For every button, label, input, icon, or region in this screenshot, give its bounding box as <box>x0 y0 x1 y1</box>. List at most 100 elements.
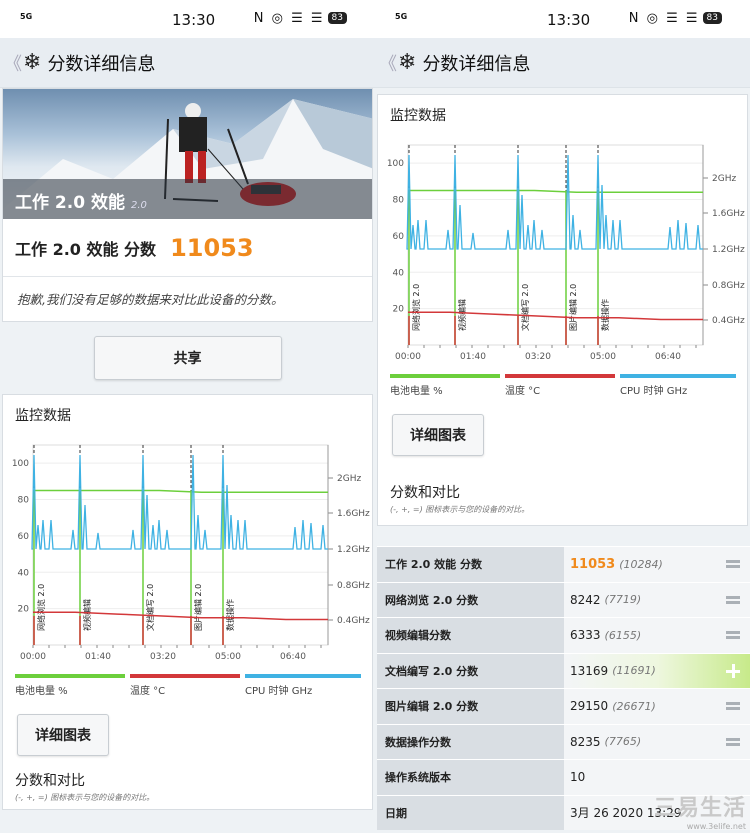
hero-image: 工作 2.0 效能 2.0 <box>3 89 372 219</box>
compare-table: 工作 2.0 效能 分数 11053 (10284) 网络浏览 2.0 分数 8242(… <box>377 546 750 830</box>
equal-icon[interactable] <box>726 559 740 569</box>
equal-icon[interactable] <box>726 630 740 640</box>
y2-tick-label: 1.6GHz <box>337 509 370 519</box>
plus-icon[interactable] <box>726 663 740 678</box>
legend-cpu-label-right: CPU 时钟 GHz <box>620 386 688 397</box>
y2-tick-label: 1.2GHz <box>337 545 370 555</box>
y-tick-label: 40 <box>393 268 405 278</box>
compare-row-value: 13169 <box>570 663 609 678</box>
compare-row: 数据操作分数 8235 (7765) <box>377 723 750 759</box>
compare-row-reference: (7719) <box>604 593 642 607</box>
y-tick-label: 80 <box>393 196 405 206</box>
compare-row-value-cell: 8235 (7765) <box>564 724 750 759</box>
monitor-title-right: 监控数据 <box>390 108 446 124</box>
plot-area <box>407 144 704 346</box>
compare-row: 图片编辑 2.0 分数 29150 (26671) <box>377 688 750 724</box>
legend-temp-right: 温度 °C <box>505 374 615 397</box>
title-bar-right: 《 ❄ 分数详细信息 <box>375 38 750 88</box>
compare-row-value-cell: 13169 (11691) <box>564 653 750 688</box>
compare-row-label: 数据操作分数 <box>377 724 564 759</box>
y-tick-label: 100 <box>387 159 404 169</box>
chart-legend: 电池电量 % 温度 °C CPU 时钟 GHz <box>3 674 372 702</box>
hero-version: 2.0 <box>130 200 147 211</box>
y-tick-label: 40 <box>18 568 30 578</box>
share-area: 共享 <box>0 322 375 394</box>
status-time-right: 13:30 <box>547 11 591 29</box>
chart-legend-right: 电池电量 % 温度 °C CPU 时钟 GHz <box>378 374 747 402</box>
detail-chart-button-right[interactable]: 详细图表 <box>392 414 484 456</box>
compare-row: 网络浏览 2.0 分数 8242 (7719) <box>377 581 750 617</box>
compare-row-value: 29150 <box>570 699 609 714</box>
compare-row-label: 网络浏览 2.0 分数 <box>377 582 564 617</box>
y-tick-label: 60 <box>18 532 30 542</box>
snowflake-icon: ❄ <box>23 50 42 75</box>
page-title-right: 分数详细信息 <box>422 53 531 75</box>
x-tick-label: 05:00 <box>215 652 241 662</box>
legend-battery-label: 电池电量 % <box>15 686 68 697</box>
compare-row-value: 8242 <box>570 592 601 607</box>
legend-temp: 温度 °C <box>130 674 240 697</box>
compare-row-reference: (11691) <box>612 664 656 678</box>
y2-tick-label: 2GHz <box>337 474 361 484</box>
status-glyphs-icon-right: N ◎ ☰ ☰ <box>628 11 700 26</box>
equal-icon[interactable] <box>726 737 740 747</box>
y-tick-label: 20 <box>18 605 30 615</box>
monitor-chart: 20 40 60 80 100 0.4GHz 0.8GHz 1.2GHz 1.6GHz 2GHz 0… <box>12 444 370 662</box>
score-card: 工作 2.0 效能 2.0 工作 2.0 效能 分数 11053 抱歉,我们没有足… <box>2 88 373 322</box>
status-glyphs-icon: N ◎ ☰ ☰ <box>253 11 325 26</box>
compare-row-value: 6333 <box>570 628 601 643</box>
compare-row-reference: (6155) <box>604 628 642 642</box>
compare-subtitle-right: (-, +, =) 图标表示与您的设备的对比。 <box>390 505 530 514</box>
compare-title: 分数和对比 <box>15 773 85 789</box>
compare-row-label: 日期 <box>377 795 564 830</box>
content: 工作 2.0 效能 2.0 工作 2.0 效能 分数 11053 抱歉,我们没有足… <box>0 88 375 833</box>
sorry-text: 抱歉,我们没有足够的数据来对比此设备的分数。 <box>3 277 372 321</box>
detail-chart-button[interactable]: 详细图表 <box>17 714 109 756</box>
marker-label: 文档编写 2.0 <box>145 584 155 631</box>
compare-row-reference: (26671) <box>612 699 656 713</box>
equal-icon[interactable] <box>726 701 740 711</box>
marker-label: 文档编写 2.0 <box>520 284 530 331</box>
compare-row-label: 文档编写 2.0 分数 <box>377 653 564 688</box>
marker-label: 网络浏览 2.0 <box>36 584 46 631</box>
legend-cpu-swatch-right <box>620 374 736 378</box>
compare-row-reference: (7765) <box>604 735 642 749</box>
marker-label: 网络浏览 2.0 <box>411 284 421 331</box>
y-tick-label: 60 <box>393 232 405 242</box>
compare-subtitle: (-, +, =) 图标表示与您的设备的对比。 <box>15 793 155 802</box>
compare-row-value-cell: 11053 (10284) <box>564 547 750 582</box>
compare-row-value: 8235 <box>570 734 601 749</box>
share-button[interactable]: 共享 <box>93 336 282 380</box>
y2-tick-label: 0.8GHz <box>337 581 370 591</box>
watermark-big: 三易生活 <box>653 796 746 821</box>
x-tick-label: 03:20 <box>150 652 176 662</box>
compare-row-value-cell: 8242 (7719) <box>564 582 750 617</box>
title-bar: 《 ❄ 分数详细信息 <box>0 38 375 88</box>
compare-title-right: 分数和对比 <box>390 485 460 501</box>
equal-icon[interactable] <box>726 595 740 605</box>
plot-area <box>32 444 329 646</box>
compare-row-label: 操作系统版本 <box>377 760 564 795</box>
y2-tick-label: 1.2GHz <box>712 245 745 255</box>
legend-cpu-label: CPU 时钟 GHz <box>245 686 313 697</box>
legend-cpu: CPU 时钟 GHz <box>245 674 361 697</box>
content-right: 监控数据 20 40 60 80 100 0.4GHz 0.8GHz 1.2GHz 1.6GHz… <box>375 88 750 833</box>
y2-tick-label: 0.4GHz <box>337 616 370 626</box>
hero-name: 工作 2.0 效能 <box>15 193 125 213</box>
compare-row-label: 视频编辑分数 <box>377 618 564 653</box>
spacer-r <box>378 402 747 414</box>
spacer-r2 <box>378 456 747 482</box>
back-icon-right[interactable]: 《 <box>379 50 397 76</box>
back-icon[interactable]: 《 <box>4 50 22 76</box>
compare-row: 工作 2.0 效能 分数 11053 (10284) <box>377 546 750 582</box>
x-tick-label: 05:00 <box>590 352 616 362</box>
compare-row-value-cell: 6333 (6155) <box>564 618 750 653</box>
battery-icon-right: 83 <box>702 12 722 24</box>
x-tick-label: 03:20 <box>525 352 551 362</box>
monitor-title: 监控数据 <box>15 408 71 424</box>
left-screen: 5G 13:30 N ◎ ☰ ☰ 83 《 ❄ 分数详细信息 工作 2.0 效能… <box>0 0 375 833</box>
y-tick-label: 100 <box>12 459 29 469</box>
y-tick-label: 20 <box>393 305 405 315</box>
legend-battery-swatch <box>15 674 125 678</box>
